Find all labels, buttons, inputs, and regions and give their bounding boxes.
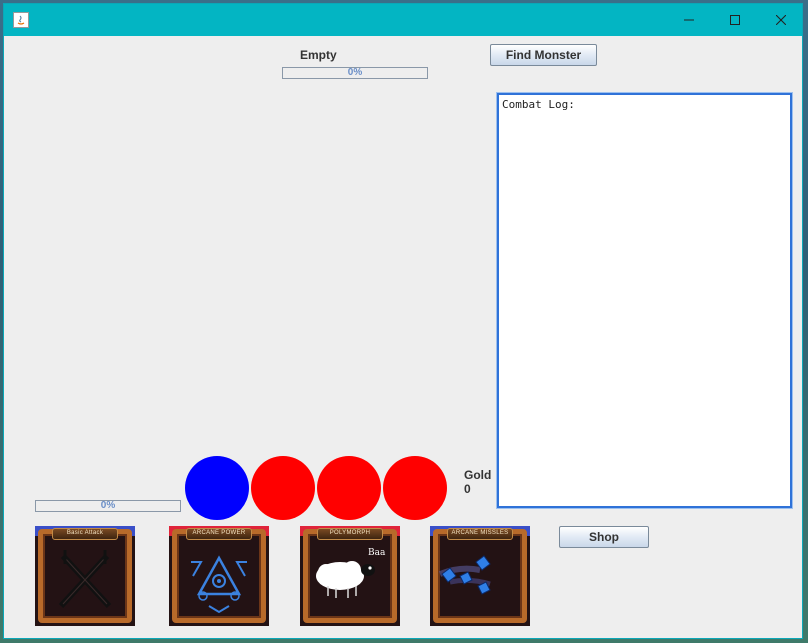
ability-title: ARCANE MISSLES (451, 530, 509, 536)
monster-name-label: Empty (300, 48, 337, 62)
title-bar[interactable] (4, 4, 802, 36)
maximize-icon (730, 15, 740, 25)
ability-title: ARCANE POWER (192, 530, 246, 536)
ability-title: POLYMORPH (329, 530, 371, 536)
mana-orb-blue (185, 456, 249, 520)
mana-orb-red (251, 456, 315, 520)
player-health-text: 0% (100, 500, 116, 511)
ability-arcane-missles[interactable]: ARCANE MISSLES (430, 526, 530, 626)
player-health-bar: 0% (35, 500, 181, 512)
ability-basic-attack[interactable]: Basic Attack (35, 526, 135, 626)
arcane-triangle-icon (191, 555, 247, 614)
ability-title: Basic Attack (66, 530, 104, 536)
close-icon (776, 15, 786, 25)
combat-log[interactable]: Combat Log: (496, 92, 793, 509)
gold-label: Gold (464, 468, 492, 482)
ability-arcane-power[interactable]: ARCANE POWER (169, 526, 269, 626)
minimize-icon (684, 19, 694, 21)
combat-log-text: Combat Log: (502, 98, 575, 111)
ability-polymorph[interactable]: Baa POLYMORPH (300, 526, 400, 626)
monster-health-text: 0% (347, 67, 363, 78)
find-monster-button[interactable]: Find Monster (490, 44, 597, 66)
shop-button[interactable]: Shop (559, 526, 649, 548)
java-app-icon (13, 12, 29, 28)
mana-orb-red (317, 456, 381, 520)
monster-health-bar: 0% (282, 67, 428, 79)
game-window: Empty 0% Find Monster Combat Log: 0% Gol… (3, 3, 803, 639)
gold-value: 0 (464, 482, 471, 496)
minimize-button[interactable] (666, 4, 712, 36)
arcane-missiles-icon (438, 555, 491, 595)
sheep-caption: Baa (368, 548, 386, 558)
mana-orb-red (383, 456, 447, 520)
crossed-swords-icon (58, 550, 112, 609)
close-button[interactable] (758, 4, 804, 36)
maximize-button[interactable] (712, 4, 758, 36)
sheep-icon (316, 561, 375, 598)
